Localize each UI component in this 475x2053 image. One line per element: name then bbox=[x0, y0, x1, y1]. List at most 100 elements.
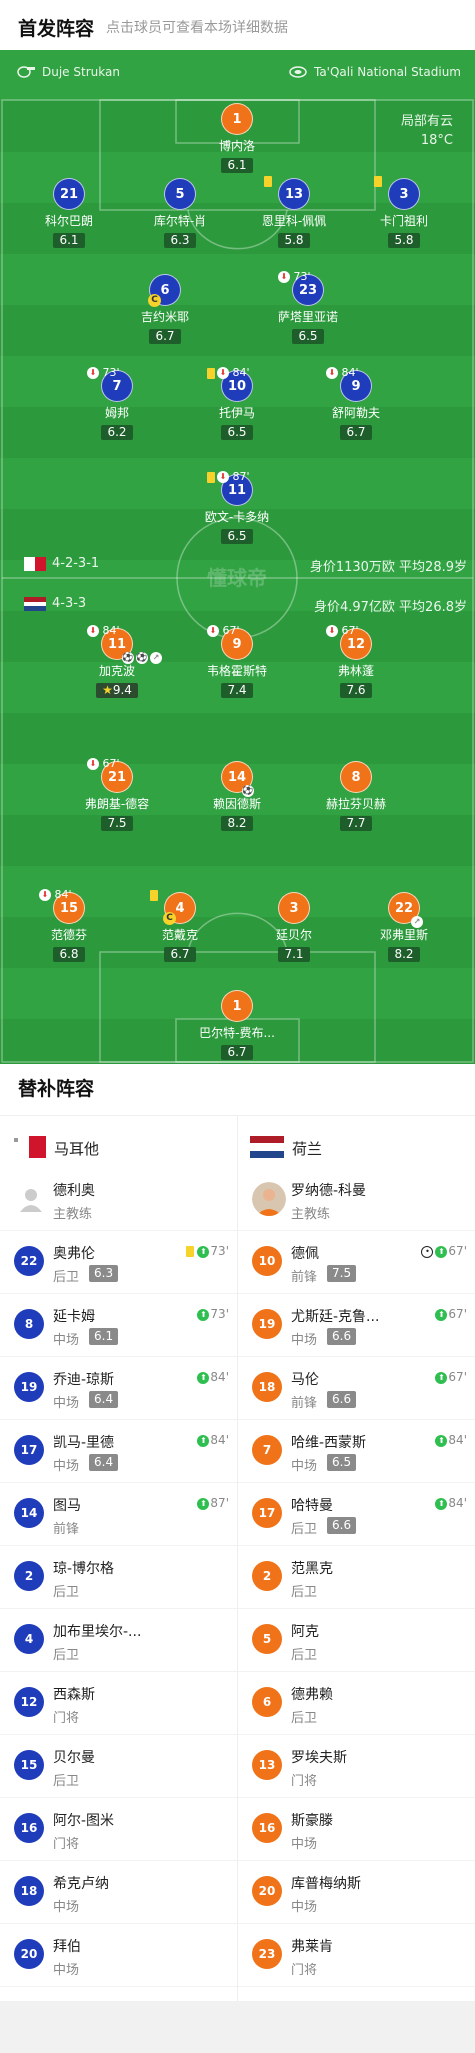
bench-row[interactable]: 2 琼-博尔格 后卫 bbox=[0, 1546, 237, 1609]
player-away-lw[interactable]: 11 ⚽ ⚽ ↗ ⬇ 84' 加克波 ★9.4 bbox=[57, 624, 177, 698]
player-away-cm2[interactable]: 14 ⚽ 赖因德斯 8.2 bbox=[177, 761, 297, 831]
bench-row[interactable]: 7 哈维-西蒙斯 中场 6.5 ⬆ 84' bbox=[238, 1420, 475, 1483]
player-name: 赖因德斯 bbox=[212, 797, 261, 811]
goal-icon: • bbox=[421, 1245, 434, 1258]
player-rating: 6.8 bbox=[53, 947, 85, 962]
away-coach-row[interactable]: 罗纳德-科曼 主教练 bbox=[238, 1168, 475, 1231]
bench-row[interactable]: 2 范黑克 后卫 bbox=[238, 1546, 475, 1609]
player-name: 加布里埃尔-... bbox=[53, 1624, 142, 1640]
player-home-lm[interactable]: 7 ⬇ 73' 姆邦 6.2 bbox=[57, 366, 177, 440]
player-home-rb[interactable]: 3 卡门祖利 5.8 bbox=[344, 175, 464, 248]
sub-time: ⬆ 73' bbox=[186, 1244, 229, 1258]
player-away-rb[interactable]: 22 ↗ 邓弗里斯 8.2 bbox=[344, 892, 464, 962]
sub-out-icon: ⬇ bbox=[87, 758, 99, 770]
player-home-gk[interactable]: 1 博内洛 6.1 bbox=[177, 103, 297, 173]
sub-out-icon: ⬇ bbox=[217, 367, 229, 379]
sub-time: • ⬆ 67' bbox=[421, 1244, 467, 1258]
bench-row[interactable]: 17 哈特曼 后卫 6.6 ⬆ 84' bbox=[238, 1483, 475, 1546]
bench-row[interactable]: 19 尤斯廷-克鲁... 中场 6.6 ⬆ 67' bbox=[238, 1294, 475, 1357]
player-away-cm1[interactable]: 21 ⬇ 67' 弗朗基-德容 7.5 bbox=[57, 757, 177, 831]
player-rating: 8.2 bbox=[221, 816, 253, 831]
player-position: 前锋 bbox=[291, 1396, 318, 1411]
player-number: 2 bbox=[14, 1561, 44, 1591]
player-home-dm2[interactable]: 23 ⬇ 73' 萨塔里亚诺 6.5 bbox=[248, 270, 368, 344]
bench-row[interactable]: 16 斯豪滕 中场 bbox=[238, 1798, 475, 1861]
bench-row[interactable]: 22 奥弗伦 后卫 6.3 ⬆ 73' bbox=[0, 1231, 237, 1294]
bench-row[interactable]: 5 阿克 后卫 bbox=[238, 1609, 475, 1672]
player-position: 门将 bbox=[53, 1837, 80, 1852]
bench-row[interactable]: 20 拜伯 中场 bbox=[0, 1924, 237, 1987]
player-away-rw[interactable]: 12 ⬇ 67' 弗林蓬 7.6 bbox=[296, 624, 416, 698]
sub-time: ⬆ 84' bbox=[435, 1433, 467, 1447]
player-home-rm[interactable]: 9 ⬇ 84' 舒阿勒夫 6.7 bbox=[296, 366, 416, 440]
player-number: 16 bbox=[14, 1813, 44, 1843]
player-name: 凯马-里德 bbox=[53, 1435, 115, 1451]
bench-row[interactable]: 6 德弗赖 后卫 bbox=[238, 1672, 475, 1735]
player-away-gk[interactable]: 1 巴尔特-费布... 6.7 bbox=[177, 990, 297, 1060]
avatar-placeholder-icon bbox=[20, 1189, 42, 1212]
player-events: ⬇ 73' bbox=[278, 270, 311, 283]
player-home-st[interactable]: 11 ⬇ 87' 欧文-卡多纳 6.5 bbox=[177, 470, 297, 544]
sub-time: ⬆ 73' bbox=[197, 1307, 229, 1321]
sub-in-icon: ⬆ bbox=[197, 1308, 210, 1321]
player-away-cb1[interactable]: 4C 范戴克 6.7 bbox=[120, 889, 240, 962]
yellow-card-icon bbox=[207, 471, 215, 483]
home-coach-row[interactable]: 德利奥 主教练 bbox=[0, 1168, 237, 1231]
player-name: 托伊马 bbox=[218, 406, 255, 420]
bench-row[interactable]: 15 贝尔曼 后卫 bbox=[0, 1735, 237, 1798]
player-home-cb2[interactable]: 13 恩里科-佩佩 5.8 bbox=[234, 175, 354, 248]
bench-row[interactable]: 18 希克卢纳 中场 bbox=[0, 1861, 237, 1924]
bench-row[interactable]: 10 德佩 前锋 7.5 • ⬆ 67' bbox=[238, 1231, 475, 1294]
player-away-lb[interactable]: 15 ⬇ 84' 范德芬 6.8 bbox=[9, 888, 129, 962]
player-home-cb1[interactable]: 5 库尔特-肖 6.3 bbox=[120, 178, 240, 248]
player-number: 10 bbox=[252, 1246, 282, 1276]
player-home-am[interactable]: 10 ⬇ 84' 托伊马 6.5 bbox=[177, 366, 297, 440]
player-number: 4C bbox=[163, 892, 196, 925]
malta-flag-icon bbox=[24, 557, 46, 571]
bench-row[interactable]: 19 乔迪-琼斯 中场 6.4 ⬆ 84' bbox=[0, 1357, 237, 1420]
bench-row[interactable]: 14 图马 前锋 ⬆ 87' bbox=[0, 1483, 237, 1546]
player-number: 1 bbox=[221, 990, 253, 1022]
player-rating: 6.6 bbox=[327, 1391, 357, 1408]
player-number: 7 bbox=[252, 1435, 282, 1465]
sub-in-icon: ⬆ bbox=[435, 1245, 448, 1258]
player-name: 延卡姆 bbox=[53, 1309, 95, 1325]
home-team-info: 4-2-3-1 身价1130万欧 平均28.9岁 bbox=[0, 554, 475, 575]
home-team-header: 马耳他 bbox=[0, 1126, 237, 1166]
player-name: 科尔巴朗 bbox=[44, 214, 93, 228]
bench-row[interactable]: 18 马伦 前锋 6.6 ⬆ 67' bbox=[238, 1357, 475, 1420]
away-team-value: 身价4.97亿欧 平均26.8岁 bbox=[313, 600, 467, 615]
home-team-value: 身价1130万欧 平均28.9岁 bbox=[309, 560, 467, 575]
player-number: 18 bbox=[14, 1876, 44, 1906]
bench-row[interactable]: 13 罗埃夫斯 门将 bbox=[238, 1735, 475, 1798]
bench-row[interactable]: 20 库普梅纳斯 中场 bbox=[238, 1861, 475, 1924]
player-away-cm3[interactable]: 8 赫拉芬贝赫 7.7 bbox=[296, 761, 416, 831]
player-away-cb2[interactable]: 3 廷贝尔 7.1 bbox=[234, 892, 354, 962]
bench-row[interactable]: 12 西森斯 门将 bbox=[0, 1672, 237, 1735]
player-away-st[interactable]: 9 ⬇ 67' 韦格霍斯特 7.4 bbox=[177, 624, 297, 698]
player-rating: 6.7 bbox=[149, 329, 181, 344]
player-name: 阿尔-图米 bbox=[53, 1813, 115, 1829]
bench-row[interactable]: 17 凯马-里德 中场 6.4 ⬆ 84' bbox=[0, 1420, 237, 1483]
player-rating: 6.5 bbox=[221, 529, 253, 544]
avatar bbox=[252, 1182, 286, 1216]
player-rating: 6.1 bbox=[89, 1328, 119, 1345]
player-position: 前锋 bbox=[53, 1522, 80, 1537]
player-rating: 8.2 bbox=[388, 947, 420, 962]
sub-out-icon: ⬇ bbox=[326, 625, 338, 637]
sub-time: ⬆ 67' bbox=[435, 1370, 467, 1384]
bench-row[interactable]: 16 阿尔-图米 门将 bbox=[0, 1798, 237, 1861]
player-name: 贝尔曼 bbox=[53, 1750, 95, 1766]
bench-row[interactable]: 23 弗莱肯 门将 bbox=[238, 1924, 475, 1987]
whistle-icon bbox=[16, 64, 36, 81]
player-position: 中场 bbox=[291, 1333, 318, 1348]
goal-icon: ⚽ bbox=[122, 652, 134, 664]
player-home-dm1[interactable]: 6C 吉约米耶 6.7 bbox=[105, 274, 225, 344]
player-rating: 6.7 bbox=[164, 947, 196, 962]
player-home-lb[interactable]: 21 科尔巴朗 6.1 bbox=[9, 178, 129, 248]
bench-row[interactable]: 8 延卡姆 中场 6.1 ⬆ 73' bbox=[0, 1294, 237, 1357]
sub-out-icon: ⬇ bbox=[87, 625, 99, 637]
bench-row[interactable]: 4 加布里埃尔-... 后卫 bbox=[0, 1609, 237, 1672]
player-name: 巴尔特-费布... bbox=[199, 1026, 275, 1040]
sub-time: ⬆ 67' bbox=[435, 1307, 467, 1321]
